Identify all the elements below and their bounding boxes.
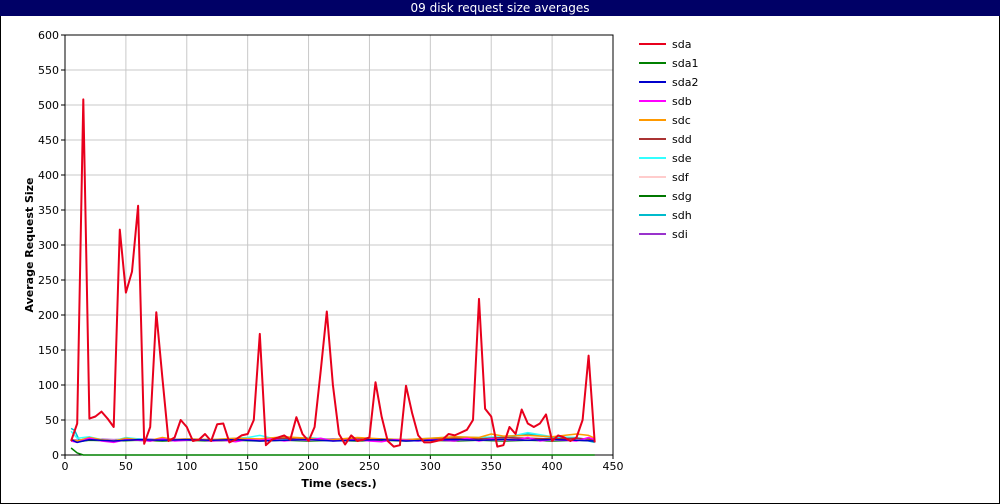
legend-label-sdb: sdb [672,95,692,108]
line-chart: 0 50 100 150 200 250 300 350 400 450 500 550 600 0 50… [23,29,698,490]
legend-label-sdd: sdd [672,133,692,146]
x-tick-label: 100 [176,460,197,473]
x-tick-label: 250 [359,460,380,473]
y-tick-label: 600 [38,29,59,42]
y-tick-label: 400 [38,169,59,182]
y-tick-label: 200 [38,309,59,322]
x-tick-label: 450 [603,460,624,473]
legend-label-sdh: sdh [672,209,692,222]
x-axis-label: Time (secs.) [301,477,376,490]
legend-label-sdc: sdc [672,114,691,127]
legend: sda sda1 sda2 sdb sdc sdd sde sdf sdg sdh sdi [639,38,698,241]
x-tick-label: 400 [542,460,563,473]
x-tick-label: 0 [62,460,69,473]
y-tick-label: 450 [38,134,59,147]
legend-label-sdf: sdf [672,171,690,184]
series-line-sda [70,98,596,448]
y-tick-label: 50 [45,414,59,427]
x-tick-labels: 0 50 100 150 200 250 300 350 400 450 [62,455,624,473]
x-tick-label: 300 [420,460,441,473]
y-tick-label: 250 [38,274,59,287]
y-axis-label: Average Request Size [23,177,36,312]
legend-label-sda1: sda1 [672,57,698,70]
grid-lines [64,34,614,456]
x-tick-label: 200 [298,460,319,473]
legend-label-sda2: sda2 [672,76,698,89]
legend-label-sde: sde [672,152,692,165]
series-line-sda1 [70,447,595,456]
y-tick-label: 500 [38,99,59,112]
series-lines [70,98,596,456]
x-tick-label: 150 [237,460,258,473]
y-tick-label: 100 [38,379,59,392]
legend-label-sda: sda [672,38,691,51]
y-tick-label: 150 [38,344,59,357]
y-tick-labels: 0 50 100 150 200 250 300 350 400 450 500 550 600 [38,29,65,462]
y-tick-label: 300 [38,239,59,252]
y-tick-label: 0 [52,449,59,462]
x-tick-label: 50 [119,460,133,473]
legend-label-sdi: sdi [672,228,688,241]
y-tick-label: 550 [38,64,59,77]
y-tick-label: 350 [38,204,59,217]
x-tick-label: 350 [481,460,502,473]
legend-label-sdg: sdg [672,190,692,203]
